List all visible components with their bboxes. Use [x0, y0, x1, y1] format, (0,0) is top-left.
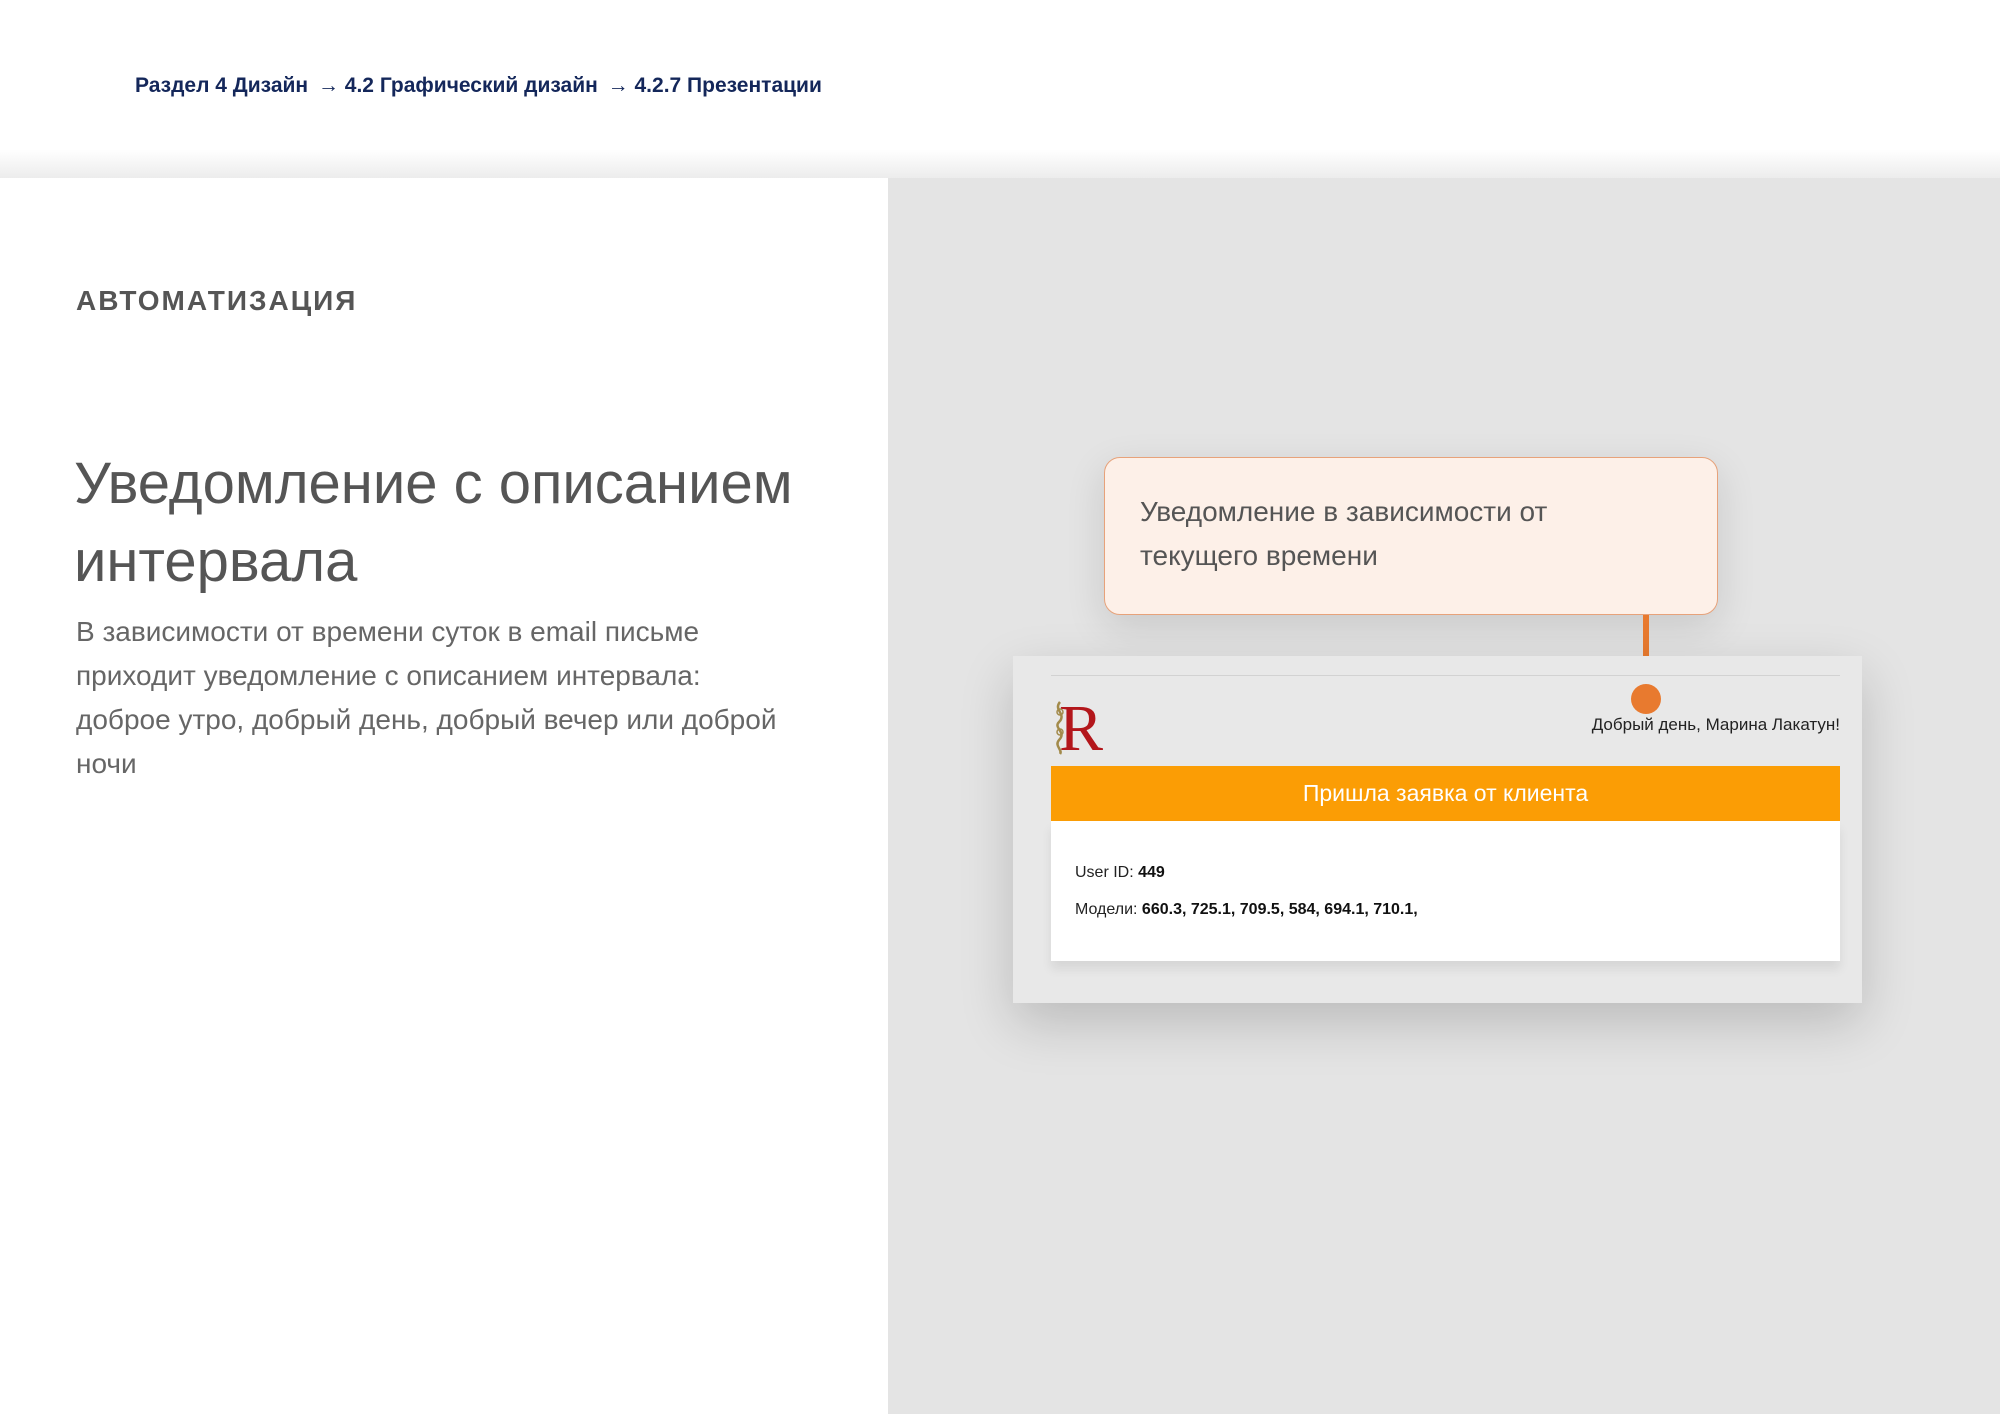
email-body: User ID: 449 Модели: 660.3, 725.1, 709.5… — [1051, 821, 1840, 961]
slide-title: Уведомление с описанием интервала — [74, 451, 793, 594]
email-top-divider — [1051, 675, 1840, 676]
callout-text: Уведомление в зависимости от текущего вр… — [1140, 496, 1548, 571]
section-label: АВТОМАТИЗАЦИЯ — [76, 285, 358, 316]
models-value: 660.3, 725.1, 709.5, 584, 694.1, 710.1, — [1141, 901, 1418, 918]
user-id-label: User ID: — [1075, 864, 1139, 881]
notification-banner: Пришла заявка от клиента — [1051, 766, 1840, 821]
callout-anchor-dot — [1631, 684, 1661, 714]
greeting-text: Добрый день, Марина Лакатун! — [1591, 715, 1840, 734]
breadcrumb-item-section[interactable]: Раздел 4 Дизайн — [135, 74, 314, 97]
breadcrumb: Раздел 4 Дизайн → 4.2 Графический дизайн… — [135, 74, 826, 98]
svg-text:R: R — [1059, 692, 1103, 756]
breadcrumb-item-graphic-design[interactable]: → 4.2 Графический дизайн — [318, 74, 598, 97]
email-preview: R Добрый день, Марина Лакатун! Пришла за… — [1013, 656, 1862, 1003]
models-row: Модели: 660.3, 725.1, 709.5, 584, 694.1,… — [1075, 901, 1418, 919]
breadcrumb-item-presentations[interactable]: → 4.2.7 Презентации — [608, 74, 822, 97]
user-id-value: 449 — [1138, 864, 1165, 881]
callout-note: Уведомление в зависимости от текущего вр… — [1104, 457, 1718, 615]
slide-description: В зависимости от времени суток в email п… — [76, 616, 777, 779]
models-label: Модели: — [1075, 901, 1142, 918]
user-id-row: User ID: 449 — [1075, 864, 1165, 882]
presentation-slide: Раздел 4 Дизайн → 4.2 Графический дизайн… — [0, 0, 2000, 1414]
header-divider — [0, 150, 2000, 180]
r-logo-icon: R — [1051, 692, 1111, 765]
text-panel — [0, 178, 888, 1414]
